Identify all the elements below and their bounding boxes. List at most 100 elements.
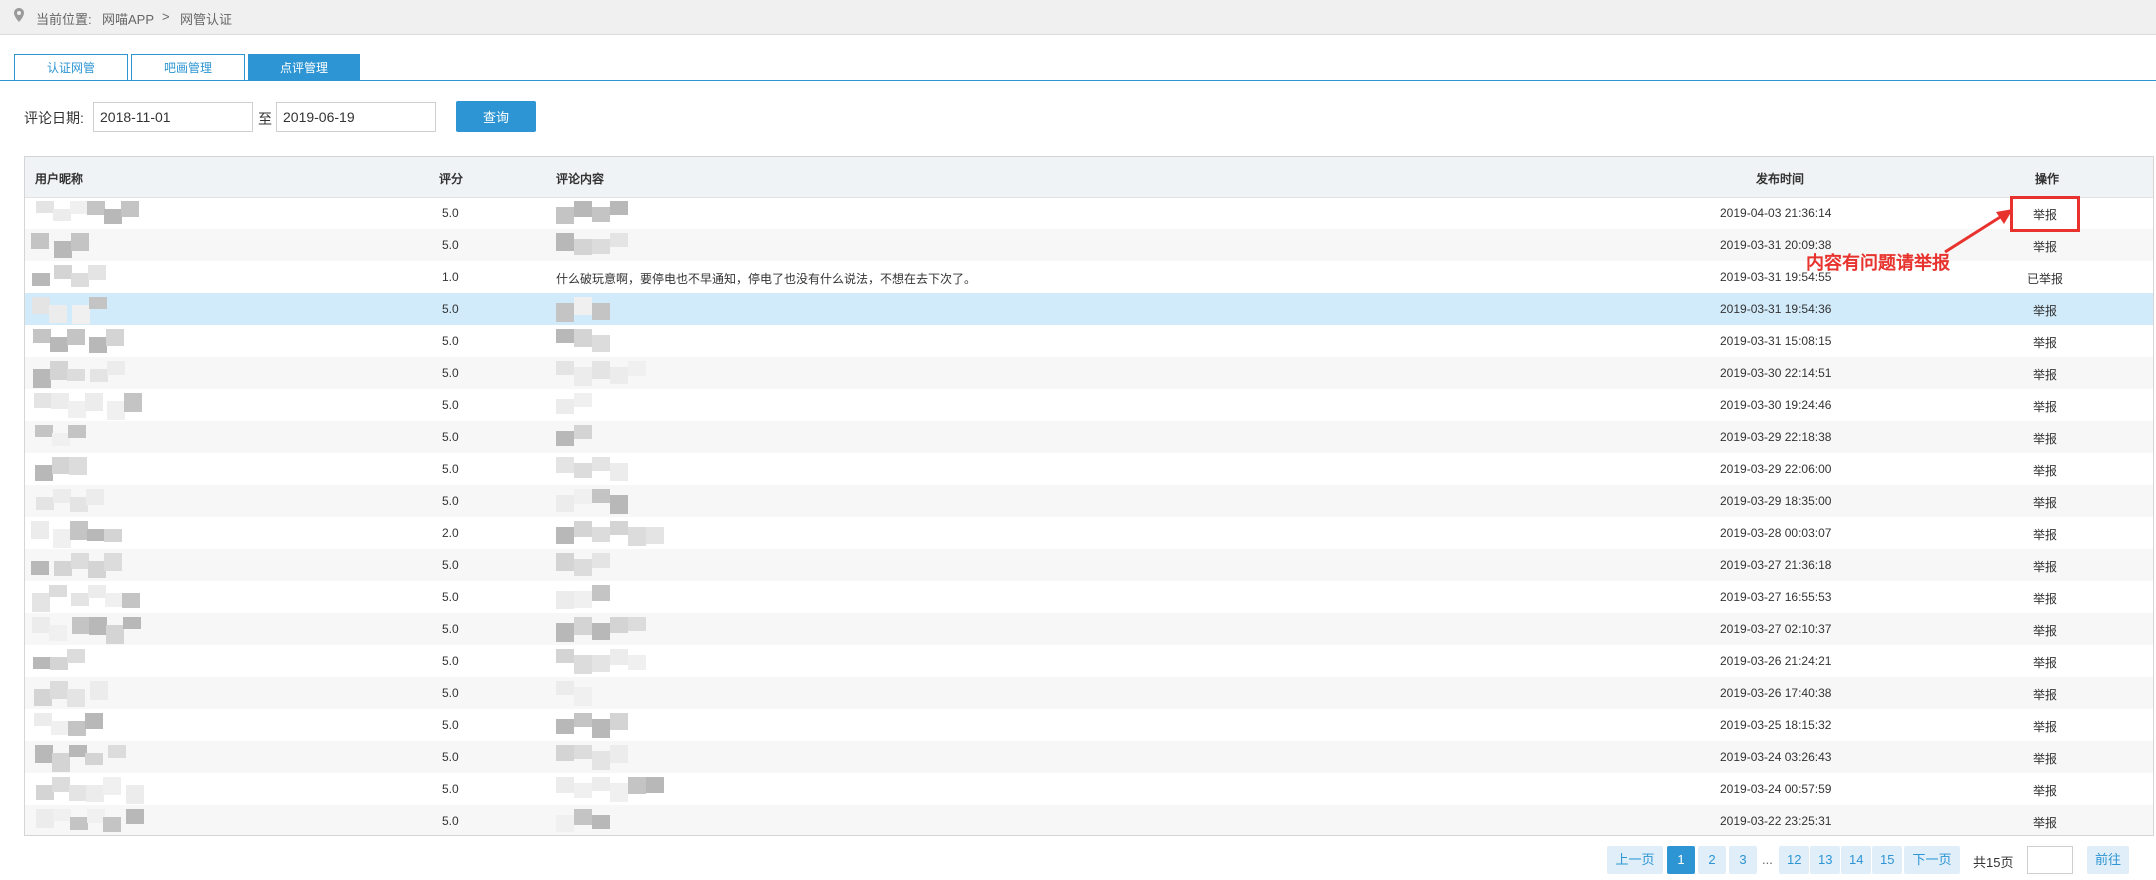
breadcrumb-separator: > bbox=[162, 9, 170, 24]
report-button[interactable]: 举报 bbox=[2033, 814, 2057, 831]
publish-time-cell: 2019-03-26 17:40:38 bbox=[1720, 686, 1832, 700]
mosaic-block bbox=[67, 649, 85, 663]
mosaic-block bbox=[610, 521, 628, 535]
publish-time-cell: 2019-03-31 15:08:15 bbox=[1720, 334, 1832, 348]
mosaic-block bbox=[610, 745, 628, 763]
mosaic-block bbox=[556, 777, 574, 793]
mosaic-block bbox=[89, 617, 107, 635]
tab-review-management[interactable]: 点评管理 bbox=[248, 54, 360, 80]
mosaic-block bbox=[53, 529, 71, 548]
report-button[interactable]: 举报 bbox=[2033, 590, 2057, 607]
nickname-blurred bbox=[31, 649, 131, 671]
report-button[interactable]: 举报 bbox=[2033, 334, 2057, 351]
mosaic-block bbox=[107, 401, 125, 420]
publish-time-cell: 2019-03-22 23:25:31 bbox=[1720, 814, 1832, 828]
mosaic-block bbox=[610, 233, 628, 247]
mosaic-block bbox=[33, 329, 51, 343]
mosaic-block bbox=[122, 593, 140, 608]
mosaic-block bbox=[556, 745, 574, 761]
mosaic-block bbox=[574, 655, 592, 674]
page-1-button[interactable]: 1 bbox=[1667, 846, 1695, 874]
start-date-input[interactable] bbox=[93, 102, 253, 132]
report-button[interactable]: 举报 bbox=[2033, 718, 2057, 735]
mosaic-block bbox=[574, 367, 592, 386]
report-button[interactable]: 举报 bbox=[2033, 558, 2057, 575]
mosaic-block bbox=[628, 777, 646, 794]
mosaic-block bbox=[574, 617, 592, 635]
annotation-text: 内容有问题请举报 bbox=[1806, 253, 1950, 274]
page-14-button[interactable]: 14 bbox=[1841, 846, 1872, 874]
mosaic-block bbox=[556, 815, 574, 832]
mosaic-block bbox=[67, 689, 85, 707]
report-button[interactable]: 举报 bbox=[2033, 750, 2057, 767]
score-cell: 5.0 bbox=[442, 334, 459, 348]
mosaic-block bbox=[70, 817, 88, 830]
page-3-button[interactable]: 3 bbox=[1729, 846, 1757, 874]
mosaic-block bbox=[85, 713, 103, 729]
page-15-button[interactable]: 15 bbox=[1872, 846, 1903, 874]
end-date-input[interactable] bbox=[276, 102, 436, 132]
mosaic-block bbox=[103, 777, 121, 795]
report-button[interactable]: 举报 bbox=[2033, 398, 2057, 415]
mosaic-block bbox=[87, 201, 105, 215]
report-button[interactable]: 举报 bbox=[2033, 462, 2057, 479]
mosaic-block bbox=[71, 553, 89, 569]
prev-page-button[interactable]: 上一页 bbox=[1607, 846, 1663, 874]
score-cell: 5.0 bbox=[442, 366, 459, 380]
report-button[interactable]: 举报 bbox=[2033, 302, 2057, 319]
mosaic-block bbox=[592, 719, 610, 738]
nickname-blurred bbox=[31, 777, 144, 804]
report-button[interactable]: 举报 bbox=[2033, 494, 2057, 511]
review-content-cell: 什么破玩意啊，要停电也不早通知，停电了也没有什么说法，不想在去下次了。 bbox=[556, 272, 977, 286]
nickname-blurred bbox=[31, 745, 131, 772]
tab-certified-admin[interactable]: 认证网管 bbox=[14, 54, 128, 80]
mosaic-block bbox=[85, 393, 103, 411]
mosaic-block bbox=[72, 617, 90, 634]
mosaic-block bbox=[35, 745, 53, 763]
mosaic-block bbox=[592, 655, 610, 672]
nickname-blurred bbox=[31, 457, 131, 481]
mosaic-block bbox=[31, 521, 49, 539]
report-button[interactable]: 举报 bbox=[2033, 430, 2057, 447]
report-button[interactable]: 举报 bbox=[2033, 238, 2057, 255]
mosaic-block bbox=[556, 495, 574, 512]
breadcrumb: 当前位置: 网喵APP > 网管认证 bbox=[0, 0, 2156, 35]
table-row: 5.0 2019-03-26 17:40:38 举报 bbox=[25, 677, 2153, 709]
mosaic-block bbox=[574, 393, 592, 407]
mosaic-block bbox=[35, 465, 53, 481]
table-row: 5.0 2019-03-27 02:10:37 举报 bbox=[25, 613, 2153, 645]
mosaic-block bbox=[126, 785, 144, 804]
page-2-button[interactable]: 2 bbox=[1698, 846, 1726, 874]
next-page-button[interactable]: 下一页 bbox=[1904, 846, 1960, 874]
go-page-button[interactable]: 前往 bbox=[2087, 846, 2129, 874]
mosaic-block bbox=[628, 527, 646, 546]
mosaic-block bbox=[89, 337, 107, 353]
mosaic-block bbox=[556, 553, 574, 571]
nickname-blurred bbox=[31, 233, 131, 258]
page-12-button[interactable]: 12 bbox=[1779, 846, 1810, 874]
report-button[interactable]: 举报 bbox=[2033, 782, 2057, 799]
mosaic-block bbox=[592, 489, 610, 503]
page-jump-input[interactable] bbox=[2027, 846, 2073, 874]
score-cell: 5.0 bbox=[442, 750, 459, 764]
table-row: 5.0 2019-03-29 18:35:00 举报 bbox=[25, 485, 2153, 517]
report-button[interactable]: 举报 bbox=[2033, 654, 2057, 671]
header-action: 操作 bbox=[2035, 172, 2060, 186]
mosaic-block bbox=[68, 425, 86, 438]
mosaic-block bbox=[556, 329, 574, 343]
report-button[interactable]: 举报 bbox=[2033, 366, 2057, 383]
mosaic-block bbox=[592, 553, 610, 568]
nickname-blurred bbox=[31, 809, 144, 832]
report-button[interactable]: 举报 bbox=[2033, 686, 2057, 703]
tab-bar-management[interactable]: 吧画管理 bbox=[131, 54, 245, 80]
mosaic-block bbox=[90, 681, 108, 700]
mosaic-block bbox=[124, 393, 142, 412]
breadcrumb-item-app[interactable]: 网喵APP bbox=[102, 9, 154, 28]
page-13-button[interactable]: 13 bbox=[1810, 846, 1841, 874]
mosaic-block bbox=[592, 751, 610, 770]
query-button[interactable]: 查询 bbox=[456, 101, 536, 132]
report-button[interactable]: 举报 bbox=[2033, 622, 2057, 639]
mosaic-block bbox=[574, 745, 592, 759]
mosaic-block bbox=[574, 559, 592, 576]
report-button[interactable]: 举报 bbox=[2033, 526, 2057, 543]
